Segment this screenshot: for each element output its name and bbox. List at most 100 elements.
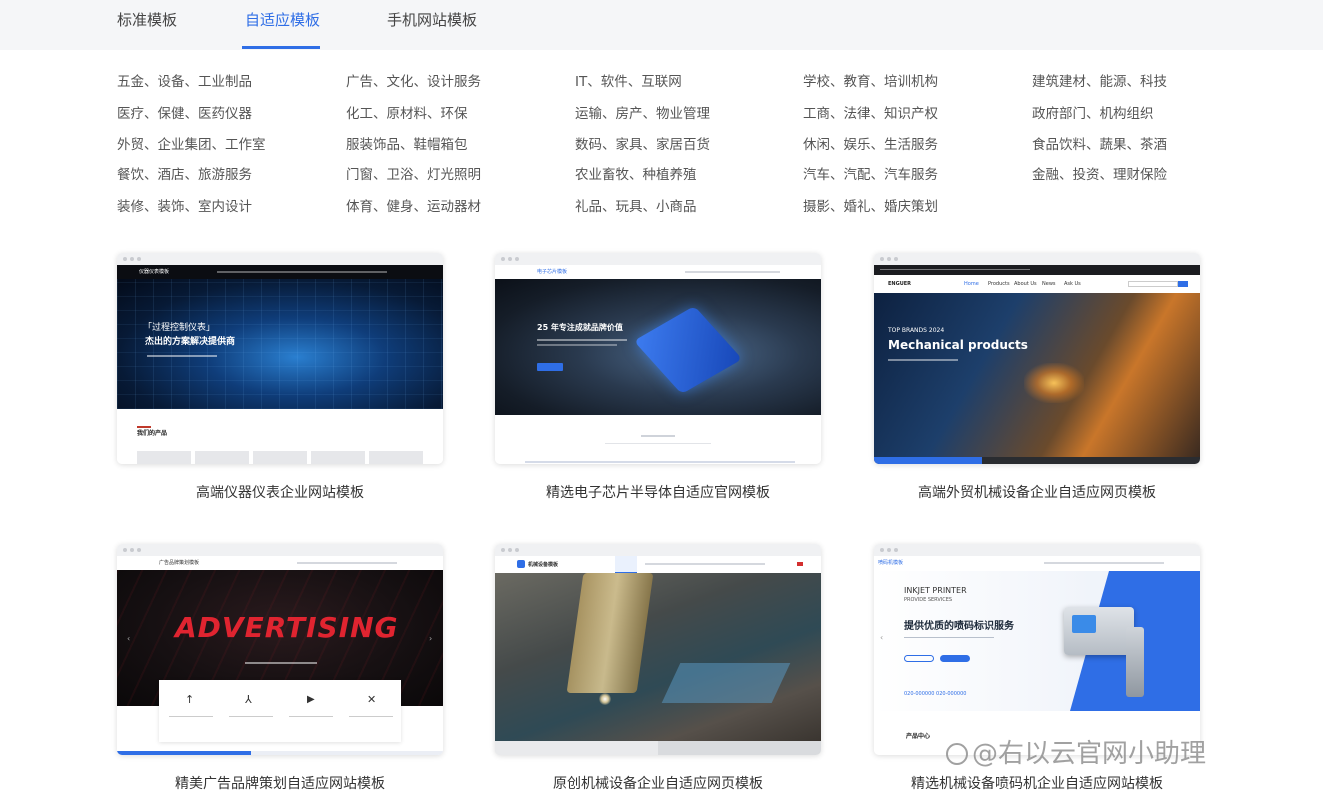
preview-topbar (874, 265, 1200, 275)
preview-hero: INKJET PRINTER PROVIDE SERVICES 提供优质的喷码标… (874, 571, 1200, 711)
template-thumbnail[interactable]: 仪器仪表模板 「过程控制仪表」 杰出的方案解决提供商 我们的产品 (117, 253, 443, 464)
template-thumbnail[interactable]: 电子芯片模板 25 年专注成就品牌价值 (495, 253, 821, 464)
preview-headline: 「过程控制仪表」 (143, 323, 216, 333)
preview-hero: 25 年专注成就品牌价值 (495, 279, 821, 415)
preview-nav-item: About Us (1014, 281, 1037, 287)
chip-graphic (633, 305, 743, 395)
browser-chrome (874, 253, 1200, 265)
category-link[interactable]: 礼品、玩具、小商品 (575, 198, 697, 216)
tab-standard[interactable]: 标准模板 (117, 0, 177, 50)
category-link[interactable]: 装修、装饰、室内设计 (117, 198, 252, 216)
preview-features: ↑ ⅄ ▶ ✕ (159, 680, 401, 742)
category-link[interactable]: 政府部门、机构组织 (1032, 105, 1154, 123)
preview-headline: ADVERTISING (175, 611, 399, 644)
template-thumbnail[interactable]: ENGUER Home Products About Us News Ask U… (874, 253, 1200, 464)
printer-graphic (1064, 607, 1134, 655)
category-link[interactable]: 学校、教育、培训机构 (803, 73, 938, 91)
preview-logo: ENGUER (888, 281, 912, 287)
preview-headline: Mechanical products (888, 338, 1028, 352)
preview-hero: 「过程控制仪表」 杰出的方案解决提供商 (117, 279, 443, 409)
preview-logo: 电子芯片模板 (537, 269, 568, 275)
category-link[interactable]: 餐饮、酒店、旅游服务 (117, 166, 252, 184)
template-title[interactable]: 精选电子芯片半导体自适应官网模板 (495, 482, 821, 502)
preview-footer (495, 741, 821, 755)
arrow-up-icon: ↑ (185, 693, 195, 706)
watermark-logo-icon (946, 743, 968, 765)
template-title[interactable]: 精选机械设备喷码机企业自适应网站模板 (874, 773, 1200, 793)
preview-nav-item: News (1042, 281, 1056, 287)
preview-header: 广告品牌策划模板 (117, 556, 443, 570)
category-link[interactable]: 建筑建材、能源、科技 (1032, 73, 1167, 91)
preview-nav-item: Products (988, 281, 1010, 287)
tab-mobile[interactable]: 手机网站模板 (387, 0, 477, 50)
template-thumbnail[interactable]: 广告品牌策划模板 ADVERTISING ‹ › ↑ ⅄ ▶ ✕ (117, 544, 443, 755)
category-link[interactable]: 门窗、卫浴、灯光照明 (346, 166, 481, 184)
preview-section-label: 我们的产品 (137, 430, 168, 437)
preview-header: 电子芯片模板 (495, 265, 821, 279)
preview-kicker: TOP BRANDS 2024 (888, 327, 945, 334)
category-link[interactable]: IT、软件、互联网 (575, 73, 682, 91)
watermark: @右以云官网小助理 (946, 733, 1206, 770)
browser-chrome (874, 544, 1200, 556)
preview-header: ENGUER Home Products About Us News Ask U… (874, 275, 1200, 293)
preview-hero: TOP BRANDS 2024 Mechanical products (874, 293, 1200, 457)
category-link[interactable]: 化工、原材料、环保 (346, 105, 468, 123)
chevron-left-icon: ‹ (880, 633, 884, 642)
preview-sub-kicker: PROVIDE SERVICES (904, 597, 953, 603)
category-link[interactable]: 运输、房产、物业管理 (575, 105, 710, 123)
browser-chrome (495, 544, 821, 556)
category-link[interactable]: 五金、设备、工业制品 (117, 73, 252, 91)
laser-head-graphic (566, 573, 654, 693)
category-link[interactable]: 农业畜牧、种植养殖 (575, 166, 697, 184)
template-title[interactable]: 精美广告品牌策划自适应网站模板 (117, 773, 443, 793)
template-title[interactable]: 高端仪器仪表企业网站模板 (117, 482, 443, 502)
template-thumbnail[interactable]: 机械设备模板 (495, 544, 821, 755)
preview-nav-item: Ask Us (1064, 281, 1081, 287)
preview-header: 喷码机模板 (874, 556, 1200, 571)
preview-headline: 25 年专注成就品牌价值 (537, 323, 623, 332)
chevron-left-icon: ‹ (127, 634, 131, 643)
sparks-graphic (1024, 363, 1084, 403)
template-thumbnail[interactable]: 喷码机模板 INKJET PRINTER PROVIDE SERVICES 提供… (874, 544, 1200, 755)
category-link[interactable]: 体育、健身、运动器材 (346, 198, 481, 216)
preview-headline: 杰出的方案解决提供商 (145, 337, 236, 347)
active-tab-indicator (242, 46, 320, 49)
compass-icon: ⅄ (245, 693, 252, 706)
logo-icon (517, 560, 525, 568)
category-link[interactable]: 医疗、保健、医药仪器 (117, 105, 252, 123)
browser-chrome (117, 544, 443, 556)
category-link[interactable]: 汽车、汽配、汽车服务 (803, 166, 938, 184)
preview-logo: 喷码机模板 (878, 560, 904, 566)
preview-tabs (874, 457, 1200, 464)
category-link[interactable]: 休闲、娱乐、生活服务 (803, 136, 938, 154)
category-link[interactable]: 广告、文化、设计服务 (346, 73, 481, 91)
category-link[interactable]: 工商、法律、知识产权 (803, 105, 938, 123)
template-title[interactable]: 高端外贸机械设备企业自适应网页模板 (874, 482, 1200, 502)
preview-logo: 仪器仪表模板 (139, 269, 170, 275)
preview-footer (117, 751, 443, 755)
category-link[interactable]: 数码、家具、家居百货 (575, 136, 710, 154)
browser-chrome (117, 253, 443, 265)
play-icon: ▶ (307, 694, 315, 705)
preview-nav-item: Home (964, 281, 979, 287)
category-link[interactable]: 摄影、婚礼、婚庆策划 (803, 198, 938, 216)
tab-responsive[interactable]: 自适应模板 (245, 0, 320, 50)
category-link[interactable]: 食品饮料、蔬果、茶酒 (1032, 136, 1167, 154)
preview-headline: 提供优质的喷码标识服务 (904, 621, 1014, 632)
category-link[interactable]: 外贸、企业集团、工作室 (117, 136, 266, 154)
category-link[interactable]: 金融、投资、理财保险 (1032, 166, 1167, 184)
preview-section: 我们的产品 (117, 409, 443, 464)
preview-section-label: 产品中心 (906, 733, 931, 740)
phone-number: 020-000000 020-000000 (904, 691, 967, 697)
template-tabs: 标准模板 自适应模板 手机网站模板 (0, 0, 1323, 50)
chevron-right-icon: › (429, 634, 433, 643)
close-icon: ✕ (367, 693, 377, 706)
watermark-text: @右以云官网小助理 (972, 739, 1207, 769)
preview-kicker: INKJET PRINTER (904, 586, 967, 595)
preview-logo: 广告品牌策划模板 (159, 560, 200, 566)
flag-icon (797, 562, 803, 566)
template-title[interactable]: 原创机械设备企业自适应网页模板 (495, 773, 821, 793)
preview-logo: 机械设备模板 (528, 562, 559, 568)
preview-hero (495, 573, 821, 741)
category-link[interactable]: 服装饰品、鞋帽箱包 (346, 136, 468, 154)
